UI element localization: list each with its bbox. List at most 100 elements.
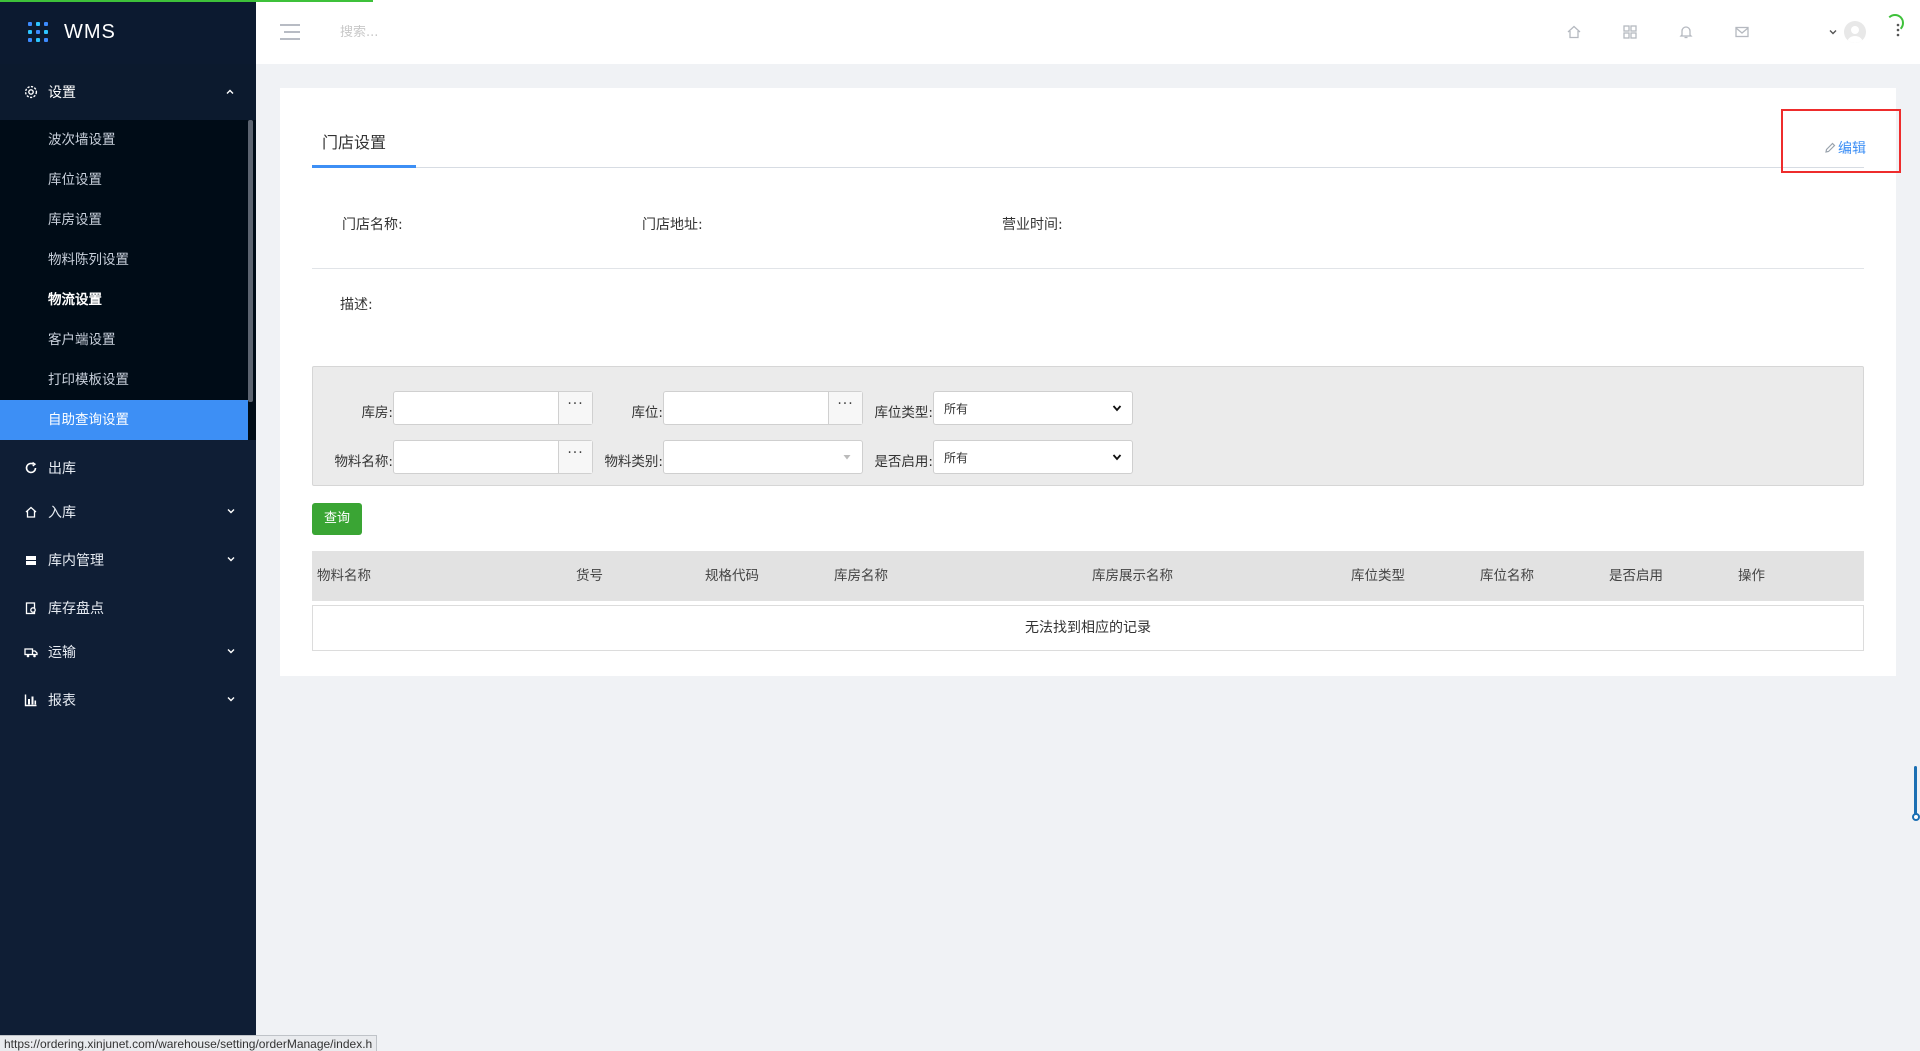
sidebar-item-material-display[interactable]: 物料陈列设置: [0, 240, 256, 280]
sidebar-item-label: 运输: [48, 645, 76, 661]
sidebar-item-warehouse[interactable]: 库房设置: [0, 200, 256, 240]
sidebar-item-wave-wall[interactable]: 波次墙设置: [0, 120, 256, 160]
sidebar-item-inbound[interactable]: 入库: [0, 490, 256, 534]
home-icon[interactable]: [1564, 22, 1584, 42]
status-bar-url: https://ordering.xinjunet.com/warehouse/…: [0, 1035, 378, 1051]
table-header: 物料名称 货号 规格代码 库房名称 库房展示名称 库位类型 库位名称 是否启用 …: [312, 551, 1864, 601]
chevron-down-icon: [1829, 30, 1837, 35]
chevron-up-icon: [224, 86, 236, 98]
column-header[interactable]: 库房名称: [834, 551, 888, 601]
query-button[interactable]: 查询: [312, 503, 362, 535]
store-settings-card: 门店设置 编辑 门店名称: 门店地址: 营业时间: 描述: 库房: ··· 库位…: [280, 88, 1901, 676]
column-header[interactable]: 规格代码: [705, 551, 759, 601]
store-name-label: 门店名称:: [342, 217, 403, 233]
material-category-label: 物料类别:: [604, 454, 663, 470]
home-icon: [24, 505, 38, 519]
bell-icon[interactable]: [1676, 22, 1696, 42]
column-header[interactable]: 操作: [1738, 551, 1765, 601]
enabled-label: 是否启用:: [874, 454, 933, 470]
location-type-label: 库位类型:: [874, 405, 933, 421]
grid-icon[interactable]: [1620, 22, 1640, 42]
page-loading-bar: [0, 0, 373, 2]
location-picker-button[interactable]: ···: [828, 392, 862, 424]
sidebar-item-logistics[interactable]: 物流设置: [0, 280, 256, 320]
column-header[interactable]: 库位类型: [1351, 551, 1405, 601]
tab-store-settings[interactable]: 门店设置: [312, 128, 416, 168]
chevron-down-icon: [226, 644, 236, 660]
sidebar-section-label: 设置: [48, 85, 76, 101]
table-empty-message: 无法找到相应的记录: [312, 605, 1864, 651]
side-scroll-indicator[interactable]: [1912, 766, 1920, 824]
menu-toggle-icon[interactable]: [280, 24, 300, 40]
edit-link[interactable]: 编辑: [1824, 138, 1866, 158]
column-header[interactable]: 是否启用: [1609, 551, 1663, 601]
chevron-down-icon: [226, 552, 236, 568]
material-name-input[interactable]: [394, 441, 558, 473]
chevron-down-icon: [1112, 403, 1122, 413]
enabled-select[interactable]: 所有: [933, 440, 1133, 474]
location-input[interactable]: [664, 392, 828, 424]
submenu-scrollbar[interactable]: [248, 120, 253, 402]
material-name-picker: ···: [393, 440, 593, 474]
apps-grid-icon: [28, 22, 48, 42]
avatar: [1844, 21, 1866, 43]
header-icons: [1564, 0, 1920, 64]
brand[interactable]: WMS: [0, 0, 256, 64]
warehouse-label: 库房:: [361, 405, 393, 421]
chevron-down-icon: [226, 504, 236, 520]
sidebar-item-self-query[interactable]: 自助查询设置: [0, 400, 248, 440]
sidebar-item-label: 入库: [48, 505, 76, 521]
column-header[interactable]: 物料名称: [317, 551, 371, 601]
user-menu[interactable]: [1828, 21, 1866, 43]
warehouse-input[interactable]: [394, 392, 558, 424]
gear-icon: [24, 85, 38, 99]
location-type-value: 所有: [944, 401, 969, 416]
column-header[interactable]: 货号: [576, 551, 603, 601]
sidebar-item-client[interactable]: 客户端设置: [0, 320, 256, 360]
sidebar-item-label: 库内管理: [48, 553, 104, 569]
material-category-select[interactable]: [663, 440, 863, 474]
bar-chart-icon: [24, 693, 38, 707]
sidebar-item-reports[interactable]: 报表: [0, 678, 256, 722]
search-input[interactable]: [340, 24, 640, 40]
truck-icon: [24, 645, 38, 659]
business-hours-label: 营业时间:: [1002, 217, 1063, 233]
column-header[interactable]: 库房展示名称: [1092, 551, 1173, 601]
caret-down-icon: [842, 452, 852, 462]
filter-panel: 库房: ··· 库位: ··· 库位类型: 所有 物料名称: ··· 物料类别:…: [312, 366, 1864, 486]
divider: [312, 268, 1864, 269]
sidebar-item-label: 报表: [48, 693, 76, 709]
warehouse-picker-button[interactable]: ···: [558, 392, 592, 424]
store-address-label: 门店地址:: [642, 217, 703, 233]
location-type-select[interactable]: 所有: [933, 391, 1133, 425]
location-picker: ···: [663, 391, 863, 425]
clipboard-search-icon: [24, 601, 38, 615]
chevron-down-icon: [1112, 452, 1122, 462]
sidebar: WMS 设置 波次墙设置 库位设置 库房设置 物料陈列设置 物流设置 客户端设置…: [0, 0, 256, 1051]
pencil-icon: [1825, 142, 1836, 153]
sidebar-item-transport[interactable]: 运输: [0, 630, 256, 674]
warehouse-picker: ···: [393, 391, 593, 425]
refresh-icon: [24, 461, 38, 475]
enabled-value: 所有: [944, 450, 969, 465]
material-name-label: 物料名称:: [334, 454, 393, 470]
loading-spinner-icon: [1886, 14, 1904, 32]
sidebar-item-outbound[interactable]: 出库: [0, 446, 256, 490]
chevron-down-icon: [226, 692, 236, 708]
sidebar-item-stocktake[interactable]: 库存盘点: [0, 586, 256, 630]
edit-label: 编辑: [1838, 141, 1866, 157]
settings-submenu: 波次墙设置 库位设置 库房设置 物料陈列设置 物流设置 客户端设置 打印模板设置…: [0, 120, 256, 440]
top-header: [256, 0, 1920, 64]
location-label: 库位:: [631, 405, 663, 421]
sidebar-item-print-template[interactable]: 打印模板设置: [0, 360, 256, 400]
column-header[interactable]: 库位名称: [1480, 551, 1534, 601]
sidebar-item-internal-mgmt[interactable]: 库内管理: [0, 538, 256, 582]
sidebar-item-label: 库存盘点: [48, 601, 104, 617]
tab-bar: 门店设置: [312, 128, 1864, 168]
archive-icon: [24, 553, 38, 567]
mail-icon[interactable]: [1732, 22, 1752, 42]
sidebar-section-settings[interactable]: 设置: [0, 64, 256, 120]
sidebar-item-label: 出库: [48, 461, 76, 477]
sidebar-item-location[interactable]: 库位设置: [0, 160, 256, 200]
description-label: 描述:: [340, 297, 373, 313]
